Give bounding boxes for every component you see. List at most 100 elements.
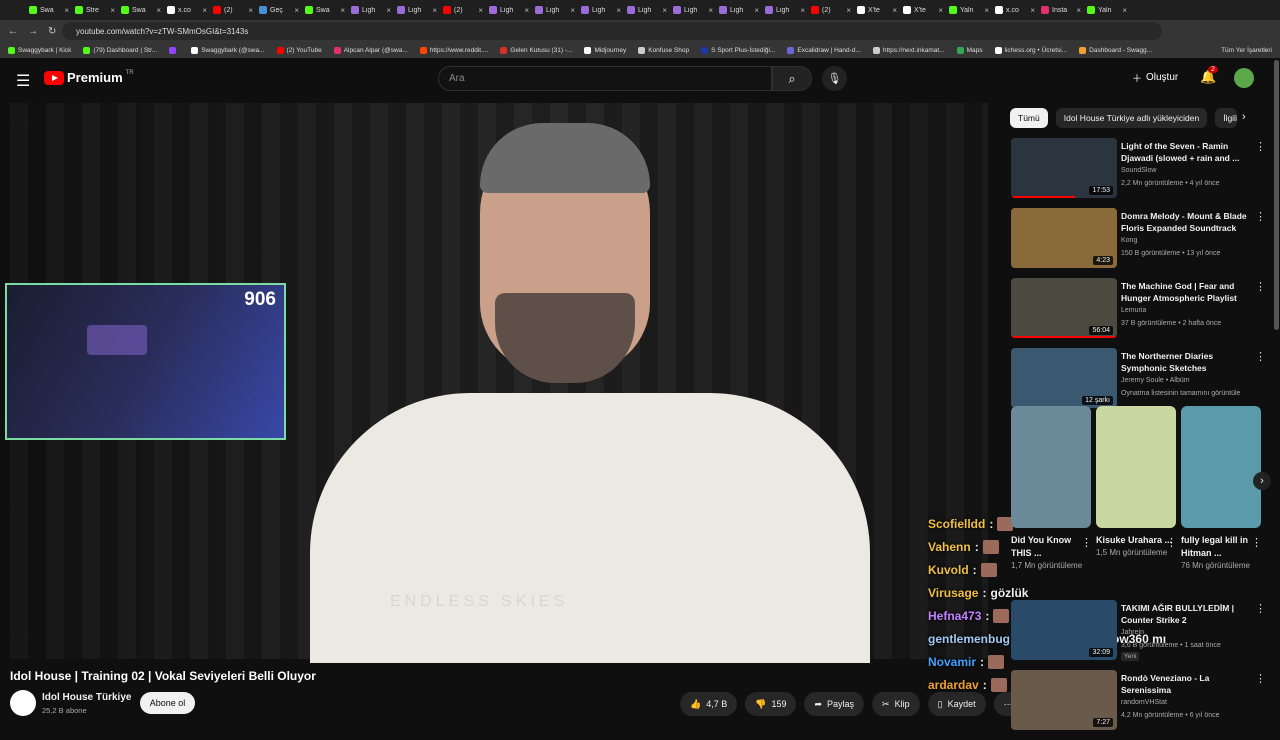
rec-channel[interactable]: Jeremy Soule • Albüm — [1121, 377, 1190, 384]
create-button[interactable]: ＋ Oluştur — [1132, 70, 1178, 85]
rec-channel[interactable]: Jahrein — [1121, 629, 1144, 636]
more-vert-icon[interactable]: ⋮ — [1255, 280, 1266, 293]
bookmark-item[interactable]: (79) Dashboard | Str... — [83, 46, 157, 54]
rec-thumbnail[interactable]: 7:27 — [1011, 670, 1117, 730]
url-field[interactable]: youtube.com/watch?v=zTW-SMmOsGI&t=3143s — [62, 22, 1162, 40]
rec-item[interactable]: 32:09 TAKIMI AĞIR BULLYLEDİM | Counter St… — [1011, 600, 1271, 664]
forward-icon[interactable]: → — [28, 26, 38, 37]
rec-title[interactable]: Rondò Veneziano - La Serenissima — [1121, 672, 1251, 696]
browser-tab[interactable]: (2) × — [440, 2, 486, 18]
close-icon[interactable]: × — [478, 6, 483, 15]
close-icon[interactable]: × — [754, 6, 759, 15]
browser-tab[interactable]: Ligh × — [532, 2, 578, 18]
save-button[interactable]: ▯ Kaydet — [927, 692, 986, 716]
filter-chip[interactable]: Idol House Türkiye adlı yükleyiciden — [1055, 108, 1208, 128]
close-icon[interactable]: × — [110, 6, 115, 15]
close-icon[interactable]: × — [386, 6, 391, 15]
search-button[interactable]: ⌕ — [772, 66, 812, 91]
rec-thumbnail[interactable]: 12 şarkı — [1011, 348, 1117, 408]
share-button[interactable]: ➦ Paylaş — [804, 692, 865, 716]
browser-tab[interactable]: Ligh × — [670, 2, 716, 18]
bookmark-item[interactable]: Alpcan Alpar (@swa... — [333, 46, 408, 54]
browser-tab[interactable]: (2) × — [808, 2, 854, 18]
browser-tab[interactable]: (2) × — [210, 2, 256, 18]
rec-item[interactable]: 17:53 Light of the Seven - Ramin Djawadi … — [1011, 138, 1271, 202]
more-vert-icon[interactable]: ⋮ — [1251, 536, 1262, 549]
bookmark-item[interactable]: Konfuse Shop — [638, 46, 689, 54]
browser-tab[interactable]: Stre × — [72, 2, 118, 18]
close-icon[interactable]: × — [846, 6, 851, 15]
browser-tab[interactable]: Ligh × — [762, 2, 808, 18]
rec-thumbnail[interactable]: 32:09 — [1011, 600, 1117, 660]
close-icon[interactable]: × — [248, 6, 253, 15]
bookmark-item[interactable]: S Sport Plus-İstediği... — [701, 46, 775, 54]
short-title[interactable]: Did You Know THIS ... — [1011, 534, 1091, 560]
close-icon[interactable]: × — [202, 6, 207, 15]
close-icon[interactable]: × — [156, 6, 161, 15]
bookmark-item[interactable]: https://www.reddit.... — [419, 46, 488, 54]
voice-search-button[interactable]: 🎙 — [822, 66, 847, 91]
short-thumbnail[interactable] — [1181, 406, 1261, 528]
browser-tab[interactable]: Ligh × — [348, 2, 394, 18]
more-vert-icon[interactable]: ⋮ — [1081, 536, 1092, 549]
channel-avatar[interactable] — [10, 690, 36, 716]
rec-title[interactable]: Light of the Seven - Ramin Djawadi (slow… — [1121, 140, 1251, 164]
browser-tab[interactable]: Swa × — [26, 2, 72, 18]
more-vert-icon[interactable]: ⋮ — [1255, 602, 1266, 615]
close-icon[interactable]: × — [64, 6, 69, 15]
avatar[interactable] — [1234, 68, 1254, 88]
rec-item[interactable]: 7:27 Rondò Veneziano - La Serenissima rand… — [1011, 670, 1271, 734]
short-title[interactable]: Kisuke Urahara ... — [1096, 534, 1176, 547]
bookmark-item[interactable]: Maps — [956, 46, 983, 54]
close-icon[interactable]: × — [340, 6, 345, 15]
more-vert-icon[interactable]: ⋮ — [1255, 350, 1266, 363]
rec-channel[interactable]: Kong — [1121, 237, 1137, 244]
rec-title[interactable]: TAKIMI AĞIR BULLYLEDİM | Counter Strike … — [1121, 602, 1251, 626]
rec-title[interactable]: Domra Melody - Mount & Blade Floris Expa… — [1121, 210, 1251, 234]
youtube-logo[interactable]: Premium TR — [44, 70, 134, 85]
short-thumbnail[interactable] — [1096, 406, 1176, 528]
bookmark-item[interactable]: (2) YouTube — [276, 46, 322, 54]
browser-tab[interactable]: Ligh × — [624, 2, 670, 18]
close-icon[interactable]: × — [800, 6, 805, 15]
rec-item[interactable]: 56:04 The Machine God | Fear and Hunger A… — [1011, 278, 1271, 342]
close-icon[interactable]: × — [892, 6, 897, 15]
close-icon[interactable]: × — [662, 6, 667, 15]
browser-tab[interactable]: Yaln × — [946, 2, 992, 18]
close-icon[interactable]: × — [524, 6, 529, 15]
dislike-button[interactable]: 👎 159 — [745, 692, 797, 716]
more-vert-icon[interactable]: ⋮ — [1255, 672, 1266, 685]
bookmark-item[interactable]: Swaggybark | Kick — [8, 46, 71, 54]
browser-tab[interactable]: Swa × — [302, 2, 348, 18]
bookmark-item[interactable]: lichess.org • Ücretsi... — [994, 46, 1067, 54]
rec-title[interactable]: The Machine God | Fear and Hunger Atmosp… — [1121, 280, 1251, 304]
short-thumbnail[interactable] — [1011, 406, 1091, 528]
bookmark-item[interactable] — [169, 46, 179, 54]
close-icon[interactable]: × — [984, 6, 989, 15]
browser-tab[interactable]: Insta × — [1038, 2, 1084, 18]
rec-channel[interactable]: randomVHStat — [1121, 699, 1167, 706]
close-icon[interactable]: × — [708, 6, 713, 15]
filter-chip[interactable]: Tümü — [1010, 108, 1048, 128]
chevron-right-icon[interactable]: › — [1242, 111, 1246, 123]
browser-tab[interactable]: x.co × — [164, 2, 210, 18]
browser-tab[interactable]: Ligh × — [578, 2, 624, 18]
rec-channel[interactable]: Lemuria — [1121, 307, 1146, 314]
close-icon[interactable]: × — [1076, 6, 1081, 15]
rec-thumbnail[interactable]: 17:53 — [1011, 138, 1117, 198]
browser-tab[interactable]: Swa × — [118, 2, 164, 18]
menu-icon[interactable]: ☰ — [16, 71, 30, 91]
notifications-button[interactable]: 🔔 2 — [1200, 66, 1218, 85]
filter-chip[interactable]: İlgili — [1215, 108, 1238, 128]
close-icon[interactable]: × — [294, 6, 299, 15]
reload-icon[interactable]: ↻ — [48, 26, 56, 37]
short-title[interactable]: fully legal kill in Hitman ... — [1181, 534, 1261, 560]
rec-item[interactable]: 4:23 Domra Melody - Mount & Blade Floris … — [1011, 208, 1271, 272]
clip-button[interactable]: ✂ Klip — [872, 692, 920, 716]
all-bookmarks[interactable]: Tüm Yer İşaretleri — [1221, 47, 1272, 54]
browser-tab[interactable]: Yaln × — [1084, 2, 1130, 18]
channel-name[interactable]: Idol House Türkiye — [42, 692, 131, 703]
close-icon[interactable]: × — [616, 6, 621, 15]
scrollbar[interactable] — [1274, 60, 1279, 330]
browser-tab[interactable]: Geç × — [256, 2, 302, 18]
